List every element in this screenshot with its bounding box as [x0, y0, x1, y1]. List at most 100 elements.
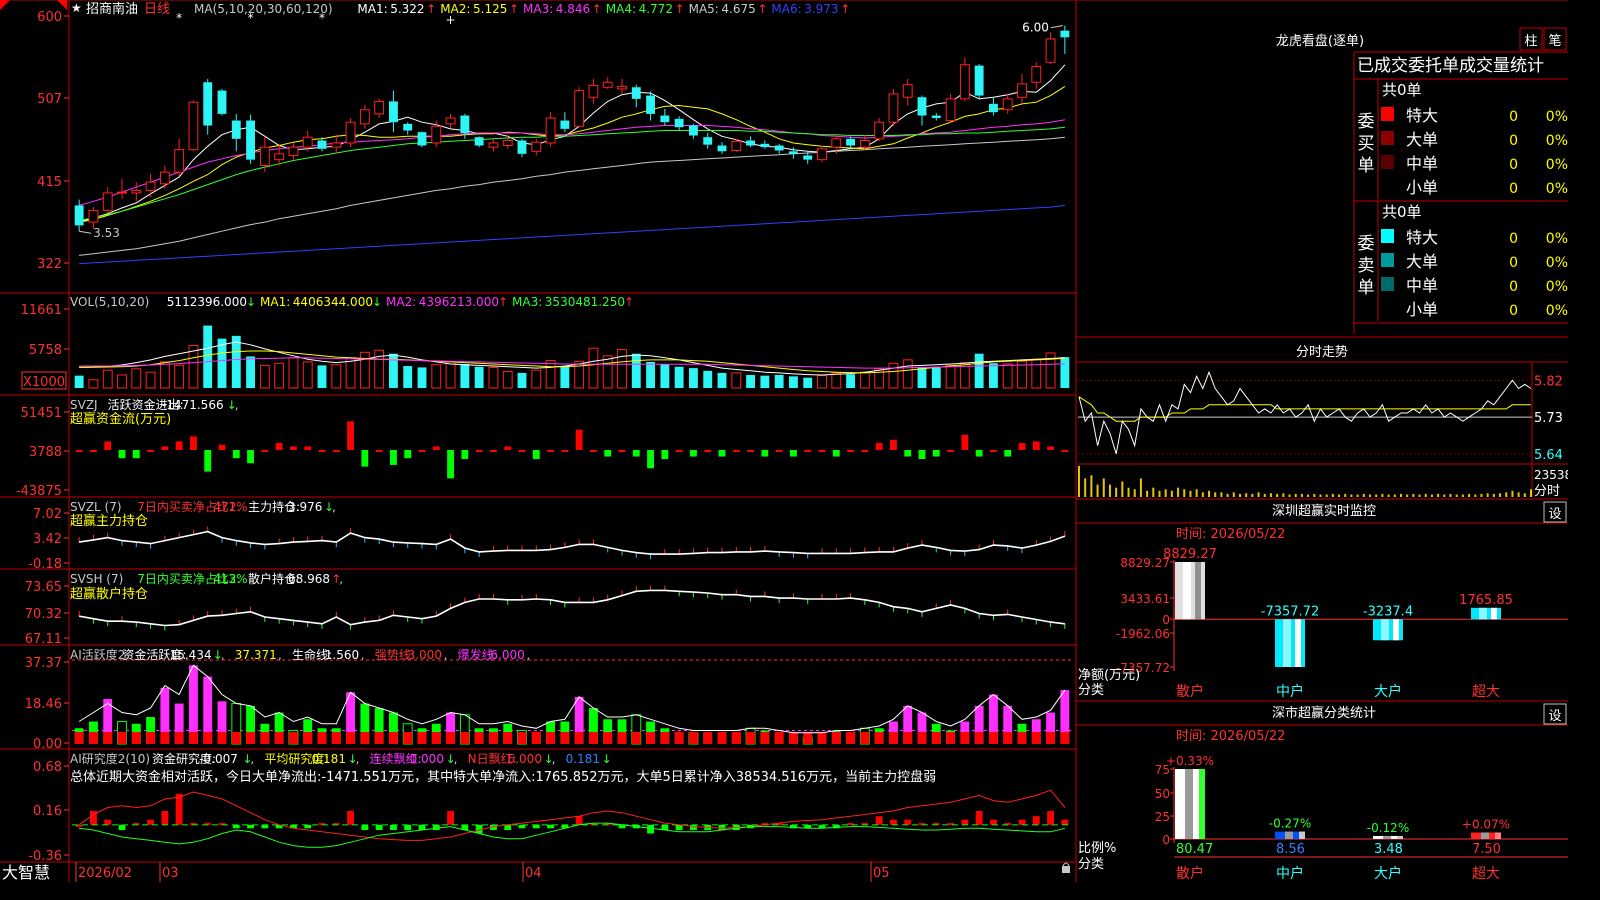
order-percent: 0% [1546, 255, 1568, 271]
main-holding-line [78, 530, 1066, 555]
order-size-label: 特大 [1406, 106, 1438, 125]
research-bar-pos [990, 819, 997, 825]
intraday-price-line [1078, 370, 1532, 454]
candle-body-up [902, 84, 913, 98]
volume-bar-up [888, 362, 899, 389]
event-marker-icon[interactable]: * [176, 11, 182, 25]
research-bar-neg [375, 824, 383, 831]
monitor-x-label: 分类 [1078, 683, 1104, 698]
y-tick-label: -43875 [16, 484, 62, 499]
activity-base-bar [346, 732, 355, 744]
volume-bar-up [88, 379, 99, 389]
indicator-value: -0.007 [199, 752, 238, 766]
activity-base-bar [1046, 732, 1055, 744]
monitor-y-tick: 0 [1162, 833, 1170, 847]
category-value-label: -3237.4 [1363, 604, 1413, 619]
research-bar-pos [147, 819, 154, 825]
order-size-label: 中单 [1406, 154, 1438, 173]
inflow-bar [618, 450, 626, 452]
candle-body-up [488, 142, 499, 148]
settings-button-label[interactable]: 设 [1548, 709, 1561, 724]
research-bar-pos [1032, 816, 1040, 825]
intraday-y-tick: 5.64 [1534, 448, 1563, 463]
category-bar-shade [1285, 831, 1293, 839]
monitor-y-label: 比例% [1078, 841, 1116, 856]
chart-mode-button-label[interactable]: 柱 [1524, 34, 1537, 49]
separator: , [250, 752, 254, 766]
order-color-swatch [1381, 277, 1394, 291]
inflow-bar [947, 450, 954, 452]
event-marker-icon[interactable]: * [319, 11, 325, 25]
activity-base-bar [917, 732, 927, 744]
period-label[interactable]: 日线 [144, 2, 170, 17]
stock-terminal: ★ 招商南油 日线 MA(5,10,20,30,60,120) MA1: 5.322 ↑ MA… [0, 0, 1568, 882]
favorite-star-icon[interactable]: ★ [71, 1, 82, 15]
activity-base-bar [89, 732, 98, 744]
volume-bar-up [302, 361, 313, 389]
category-change-label: +0.07% [1462, 817, 1510, 831]
indicator-value: 0.181 [312, 752, 346, 766]
y-tick-label: -0.18 [28, 557, 62, 572]
volume-bar-up [345, 357, 356, 389]
category-value-label: 7.50 [1472, 842, 1501, 857]
inflow-bar [1032, 441, 1040, 450]
volume-bar-up [431, 364, 442, 389]
candle-body-down [389, 101, 398, 123]
activity-base-bar [760, 732, 770, 744]
trend-arrow: ↑ [675, 2, 685, 16]
indicator-label: MA1: [357, 2, 387, 16]
outflow-bar [761, 450, 769, 457]
trend-arrow: ↑ [840, 2, 850, 16]
indicator-value: 3.976 [288, 500, 322, 514]
chart-mode-button-label[interactable]: 笔 [1548, 33, 1561, 49]
volume-bar-down [917, 367, 927, 388]
indicator-value: 4.846 [556, 2, 590, 16]
order-size-label: 小单 [1406, 300, 1438, 319]
candle-body-up [817, 148, 827, 161]
indicator-label: MA3: [523, 2, 553, 16]
research-bar-pos [175, 793, 183, 825]
monitor-y-tick: 0 [1162, 613, 1170, 627]
candle-body-up [88, 209, 99, 223]
candle-body-up [545, 117, 556, 144]
candle-body-down [417, 132, 427, 146]
inflow-bar [732, 450, 740, 452]
research-bar-neg [232, 824, 240, 829]
activity-base-bar [603, 732, 613, 744]
volume-bar-down [403, 366, 413, 388]
high-price-label: 6.00 [1022, 21, 1049, 35]
side-label-char: 买 [1358, 134, 1375, 154]
activity-base-bar [674, 732, 684, 744]
indicator-value: 5112396.000 [167, 295, 247, 309]
category-bar-highlight [1479, 607, 1487, 620]
order-count: 0 [1509, 181, 1518, 197]
red-triangle-icon [57, 0, 67, 10]
indicator-value: 0.181 [566, 752, 600, 766]
candle-body-up [159, 171, 170, 185]
candle-body-down [746, 140, 755, 146]
volume-bar-up [945, 364, 956, 389]
volume-bar-down [931, 366, 941, 388]
volume-bar-down [760, 375, 770, 388]
research-bar-pos [1047, 811, 1054, 825]
inflow-bar [990, 450, 997, 452]
settings-button-label[interactable]: 设 [1548, 507, 1561, 522]
volume-bar-up [902, 359, 913, 389]
event-marker-icon[interactable]: * [248, 11, 254, 25]
category-change-label: -0.27% [1269, 817, 1311, 831]
candle-body-down [246, 120, 255, 160]
candle-body-up [445, 117, 456, 125]
candle-body-up [117, 191, 127, 194]
volume-bar-down [460, 363, 470, 388]
activity-base-bar [817, 732, 827, 744]
panel-subtitle: 超赢散户持仓 [70, 586, 148, 602]
panel-subtitle: 超赢资金流(万元) [70, 411, 171, 427]
research-bar-neg [547, 824, 554, 829]
event-marker-icon[interactable]: + [446, 13, 456, 27]
lock-icon [1062, 862, 1070, 867]
activity-base-bar [103, 732, 113, 744]
activity-base-bar [131, 732, 141, 744]
candle-body-down [760, 143, 770, 148]
candle-body-down [660, 115, 670, 123]
volume-bar-up [274, 362, 285, 389]
